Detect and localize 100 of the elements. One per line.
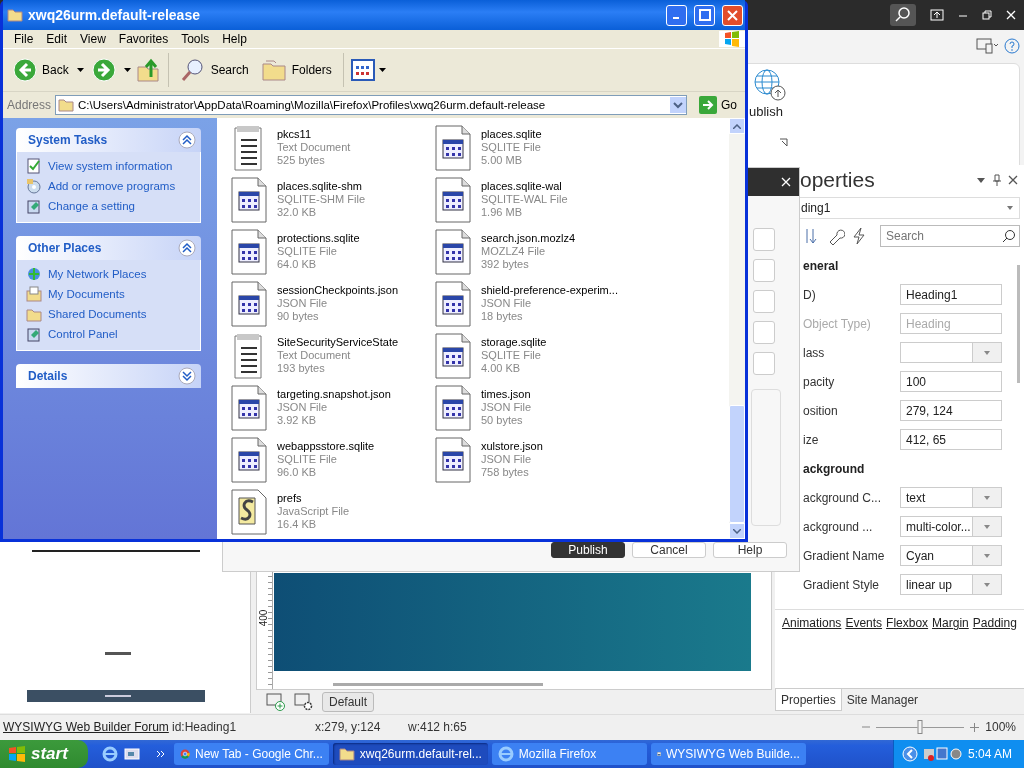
add-page-icon[interactable] — [266, 693, 286, 711]
category-heading[interactable]: eneral — [803, 258, 839, 273]
input-field[interactable] — [753, 228, 775, 251]
close-button[interactable] — [722, 4, 743, 26]
folders-button[interactable]: Folders — [256, 58, 336, 82]
collapse-icon[interactable] — [178, 239, 196, 257]
forum-link[interactable]: WYSIWYG Web Builder Forum — [3, 720, 172, 734]
dialog-button[interactable]: Help — [713, 542, 787, 558]
task-link[interactable]: My Documents — [48, 288, 125, 300]
minimize-button[interactable] — [666, 4, 687, 26]
chevron-icon[interactable] — [155, 750, 166, 758]
file-name[interactable]: places.sqlite-wal — [481, 180, 568, 193]
input-field[interactable] — [753, 290, 775, 313]
present-icon[interactable] — [930, 9, 944, 21]
input-field[interactable] — [753, 352, 775, 375]
slider-thumb[interactable] — [917, 720, 923, 734]
task-link[interactable]: Control Panel — [48, 328, 118, 340]
tray-icons-drawing[interactable] — [922, 746, 963, 762]
views-icon[interactable] — [350, 59, 375, 81]
dropdown-icon[interactable] — [976, 176, 986, 184]
category-link[interactable]: Padding — [972, 616, 1017, 669]
restore-icon[interactable] — [982, 10, 992, 20]
file-name[interactable]: search.json.mozlz4 — [481, 232, 576, 245]
page-settings-icon[interactable] — [294, 693, 314, 711]
task-link[interactable]: Change a setting — [48, 200, 135, 212]
search-button[interactable]: Search — [175, 57, 253, 83]
task-link[interactable]: View system information — [48, 160, 173, 172]
menu-item[interactable]: Favorites — [113, 32, 177, 46]
maximize-icon[interactable] — [698, 9, 711, 21]
search-icon[interactable] — [1002, 229, 1016, 243]
wrench-icon[interactable] — [827, 227, 845, 245]
file-name[interactable]: xulstore.json — [481, 440, 543, 453]
dialog-button[interactable]: Publish — [551, 542, 625, 558]
page-button[interactable]: Default — [322, 692, 375, 712]
task-link[interactable]: My Network Places — [48, 268, 147, 280]
start-button[interactable]: start — [0, 740, 88, 768]
desktop-icon[interactable] — [123, 746, 140, 762]
property-field[interactable]: 100 — [900, 371, 1002, 392]
lightning-icon[interactable] — [851, 227, 867, 245]
scrollbar[interactable] — [1017, 265, 1020, 383]
task-link[interactable]: Shared Documents — [48, 308, 147, 320]
help-icon[interactable] — [1004, 38, 1020, 54]
property-field[interactable]: Heading1 — [900, 284, 1002, 305]
caret-icon[interactable] — [123, 68, 131, 72]
panel-heading[interactable]: Details — [28, 369, 68, 383]
menu-item[interactable]: Help — [217, 32, 255, 46]
browser-icon[interactable] — [101, 746, 118, 762]
zoom-in-icon[interactable] — [970, 722, 980, 732]
property-field[interactable]: 412, 65 — [900, 429, 1002, 450]
file-name[interactable]: places.sqlite — [481, 128, 542, 141]
file-name[interactable]: SiteSecurityServiceState — [277, 336, 399, 349]
taskbar-button[interactable]: WYSIWYG Web Builde... — [650, 743, 806, 765]
close-icon[interactable] — [1008, 175, 1018, 185]
menu-item[interactable]: Tools — [176, 32, 218, 46]
file-name[interactable]: pkcs11 — [277, 128, 351, 141]
back-button[interactable]: Back — [9, 58, 73, 82]
scrollbar[interactable] — [333, 683, 543, 686]
menu-item[interactable]: Edit — [41, 32, 76, 46]
scrollbar[interactable] — [729, 118, 745, 539]
file-name[interactable]: protections.sqlite — [277, 232, 360, 245]
file-name[interactable]: targeting.snapshot.json — [277, 388, 391, 401]
dialog-launcher-icon[interactable] — [779, 138, 788, 147]
property-field[interactable]: 279, 124 — [900, 400, 1002, 421]
pin-icon[interactable] — [992, 174, 1002, 186]
category-link[interactable]: Events — [845, 616, 883, 669]
go-button[interactable]: Go — [693, 95, 744, 115]
menu-item[interactable]: File — [9, 32, 42, 46]
file-name[interactable]: shield-preference-experim... — [481, 284, 618, 297]
collapse-icon[interactable] — [178, 131, 196, 149]
address-field[interactable]: C:\Users\Administrator\AppData\Roaming\Mozilla\Firefox\Profiles\xwq26urm.default-release — [55, 95, 688, 115]
search-button[interactable] — [890, 4, 916, 26]
file-name[interactable]: storage.sqlite — [481, 336, 547, 349]
dialog-button[interactable]: Cancel — [632, 542, 706, 558]
file-name[interactable]: sessionCheckpoints.json — [277, 284, 399, 297]
publish-label[interactable]: ublish — [749, 104, 783, 119]
file-name[interactable]: places.sqlite-shm — [277, 180, 365, 193]
panel-tab[interactable]: Site Manager — [841, 689, 924, 711]
globe-upload-icon[interactable] — [753, 68, 787, 102]
menu-item[interactable]: View — [75, 32, 114, 46]
input-field[interactable] — [753, 259, 775, 282]
object-dropdown[interactable]: ding1 — [797, 197, 1020, 219]
devices-icon[interactable] — [976, 38, 998, 54]
file-name[interactable]: times.json — [481, 388, 532, 401]
file-name[interactable]: prefs — [277, 492, 350, 505]
taskbar-button[interactable]: xwq26urm.default-rel... — [332, 743, 488, 765]
panel-tab[interactable]: Properties — [775, 689, 842, 711]
taskbar-button[interactable]: Mozilla Firefox — [491, 743, 647, 765]
input-field[interactable] — [753, 321, 775, 344]
category-link[interactable]: Flexbox — [886, 616, 929, 669]
search-field[interactable]: Search — [880, 225, 1020, 247]
task-link[interactable]: Add or remove programs — [48, 180, 176, 192]
maximize-button[interactable] — [694, 4, 715, 26]
taskbar-button[interactable]: New Tab - Google Chr... — [173, 743, 329, 765]
expand-icon[interactable] — [178, 367, 196, 385]
file-name[interactable]: webappsstore.sqlite — [277, 440, 375, 453]
caret-icon[interactable] — [378, 68, 386, 72]
caret-icon[interactable] — [76, 68, 84, 72]
category-link[interactable]: Margin — [932, 616, 969, 669]
category-link[interactable]: Animations — [782, 616, 842, 669]
category-heading[interactable]: ackground — [803, 461, 865, 476]
